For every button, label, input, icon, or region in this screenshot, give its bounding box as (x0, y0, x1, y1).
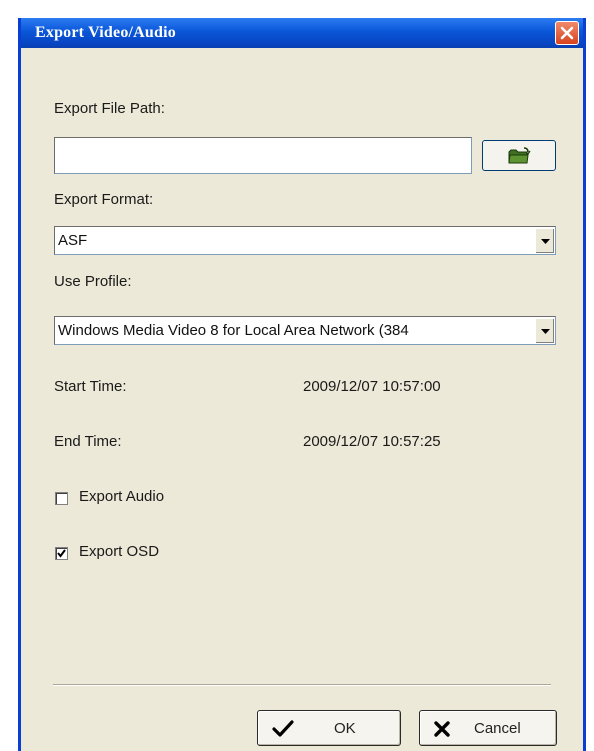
end-time-label: End Time: (54, 433, 122, 450)
open-folder-icon (508, 146, 531, 163)
checkmark-icon (57, 549, 66, 558)
ok-button[interactable]: OK (257, 710, 401, 746)
cancel-button[interactable]: Cancel (419, 710, 557, 746)
chevron-down-icon (540, 238, 550, 244)
export-audio-checkbox[interactable] (55, 492, 68, 505)
separator (53, 684, 551, 686)
use-profile-dropdown-button[interactable] (535, 318, 554, 343)
cancel-label: Cancel (474, 719, 521, 737)
export-format-select[interactable]: ASF (54, 226, 556, 255)
browse-folder-button[interactable] (482, 140, 556, 171)
export-file-path-label: Export File Path: (54, 100, 165, 117)
close-icon (560, 26, 574, 40)
export-osd-checkbox[interactable] (55, 547, 68, 560)
export-format-label: Export Format: (54, 191, 154, 208)
start-time-value: 2009/12/07 10:57:00 (303, 378, 441, 395)
start-time-label: Start Time: (54, 378, 127, 395)
chevron-down-icon (540, 328, 550, 334)
use-profile-select[interactable]: Windows Media Video 8 for Local Area Net… (54, 316, 556, 345)
export-file-path-field[interactable] (54, 137, 472, 174)
use-profile-label: Use Profile: (54, 273, 132, 290)
end-time-value: 2009/12/07 10:57:25 (303, 433, 441, 450)
dialog-body: Export File Path: Export Format: ASF Use… (21, 48, 583, 751)
export-file-path-input[interactable] (55, 138, 471, 173)
checkmark-icon (272, 720, 294, 737)
use-profile-value: Windows Media Video 8 for Local Area Net… (58, 322, 409, 339)
export-osd-label[interactable]: Export OSD (79, 543, 159, 560)
ok-label: OK (334, 719, 356, 737)
export-audio-label[interactable]: Export Audio (79, 488, 164, 505)
title-bar[interactable]: Export Video/Audio (21, 18, 583, 48)
export-dialog: Export Video/Audio Export File Path: Exp… (18, 18, 586, 751)
export-format-value: ASF (58, 232, 88, 249)
x-icon (434, 721, 450, 737)
window-title: Export Video/Audio (35, 24, 176, 41)
close-button[interactable] (555, 21, 579, 45)
export-format-dropdown-button[interactable] (535, 228, 554, 253)
